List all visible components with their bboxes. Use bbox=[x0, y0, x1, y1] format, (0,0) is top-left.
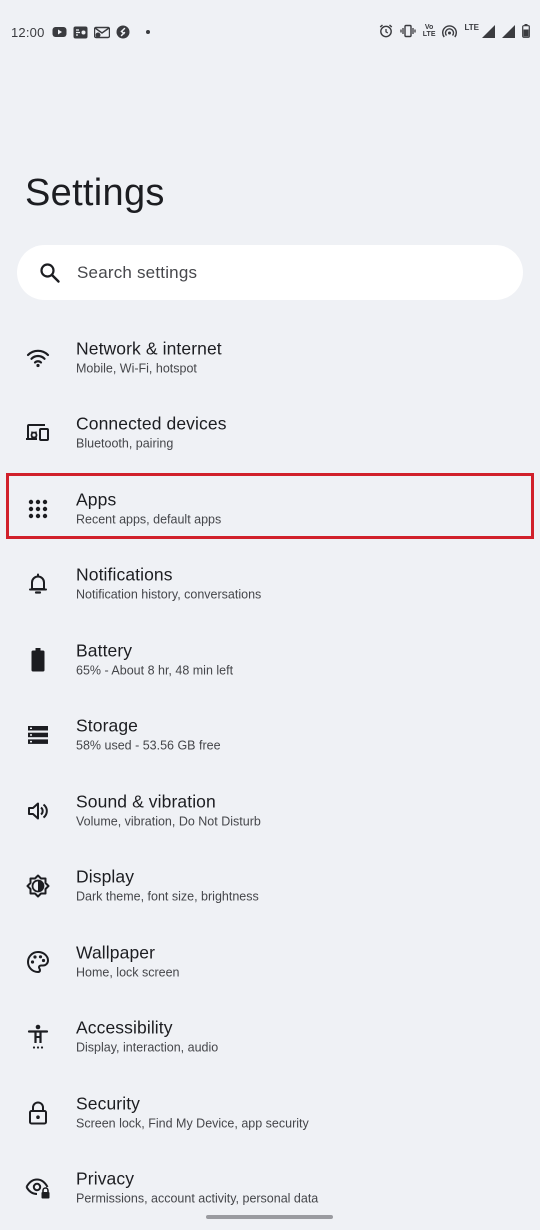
accessibility-icon bbox=[25, 1024, 51, 1050]
status-left-icons bbox=[52, 25, 150, 39]
item-title: Battery bbox=[76, 640, 133, 661]
apps-grid-icon bbox=[25, 496, 51, 522]
message-icon bbox=[94, 26, 110, 39]
status-right-icons: Vo LTE LTE bbox=[379, 22, 530, 38]
volte-bottom-label: LTE bbox=[422, 31, 436, 38]
eye-lock-icon bbox=[25, 1175, 51, 1201]
signal-icon bbox=[502, 24, 515, 38]
battery-icon bbox=[25, 647, 51, 673]
palette-icon bbox=[25, 949, 51, 975]
settings-item-battery[interactable]: Battery 65% - About 8 hr, 48 min left bbox=[0, 622, 540, 698]
item-title: Storage bbox=[76, 715, 138, 736]
item-title: Connected devices bbox=[76, 413, 227, 434]
dot-icon bbox=[146, 30, 150, 34]
search-bar[interactable]: Search settings bbox=[17, 245, 523, 300]
item-title: Network & internet bbox=[76, 338, 222, 359]
item-title: Privacy bbox=[76, 1168, 135, 1189]
pay-icon bbox=[73, 26, 88, 39]
signal-icon bbox=[482, 24, 495, 38]
item-subtitle: Permissions, account activity, personal … bbox=[76, 1191, 319, 1206]
storage-icon bbox=[25, 722, 51, 748]
lock-icon bbox=[25, 1100, 51, 1126]
search-placeholder: Search settings bbox=[77, 262, 198, 282]
battery-icon bbox=[522, 24, 530, 38]
item-title: Apps bbox=[76, 489, 117, 510]
settings-item-notifications[interactable]: Notifications Notification history, conv… bbox=[0, 547, 540, 623]
item-subtitle: Bluetooth, pairing bbox=[76, 436, 174, 451]
item-subtitle: 58% used - 53.56 GB free bbox=[76, 738, 221, 753]
settings-item-storage[interactable]: Storage 58% used - 53.56 GB free bbox=[0, 698, 540, 774]
youtube-icon bbox=[52, 26, 67, 38]
volte-top-label: Vo bbox=[424, 24, 434, 31]
item-title: Accessibility bbox=[76, 1017, 173, 1038]
wifi-icon bbox=[25, 345, 51, 371]
status-time: 12:00 bbox=[11, 25, 45, 40]
settings-item-display[interactable]: Display Dark theme, font size, brightnes… bbox=[0, 849, 540, 925]
item-subtitle: Recent apps, default apps bbox=[76, 512, 222, 527]
vibrate-icon bbox=[400, 24, 416, 38]
item-subtitle: Dark theme, font size, brightness bbox=[76, 889, 259, 904]
settings-item-apps[interactable]: Apps Recent apps, default apps bbox=[0, 471, 540, 547]
hotspot-icon bbox=[442, 24, 458, 38]
settings-list: Network & internet Mobile, Wi-Fi, hotspo… bbox=[0, 320, 540, 1226]
item-subtitle: Mobile, Wi-Fi, hotspot bbox=[76, 361, 197, 376]
item-title: Display bbox=[76, 866, 135, 887]
settings-item-network[interactable]: Network & internet Mobile, Wi-Fi, hotspo… bbox=[0, 320, 540, 396]
home-indicator[interactable] bbox=[206, 1215, 333, 1219]
item-subtitle: Display, interaction, audio bbox=[76, 1040, 219, 1055]
lte-label: LTE bbox=[464, 22, 479, 32]
item-subtitle: 65% - About 8 hr, 48 min left bbox=[76, 663, 234, 678]
alarm-icon bbox=[379, 24, 393, 38]
speaker-icon bbox=[25, 798, 51, 824]
item-title: Security bbox=[76, 1093, 141, 1114]
search-icon bbox=[39, 262, 61, 284]
item-subtitle: Volume, vibration, Do Not Disturb bbox=[76, 814, 261, 829]
settings-item-wallpaper[interactable]: Wallpaper Home, lock screen bbox=[0, 924, 540, 1000]
status-bar: 12:00 Vo LTE LTE bbox=[0, 0, 540, 66]
settings-item-security[interactable]: Security Screen lock, Find My Device, ap… bbox=[0, 1075, 540, 1151]
item-subtitle: Home, lock screen bbox=[76, 965, 180, 980]
page-title: Settings bbox=[25, 172, 165, 214]
devices-icon bbox=[25, 420, 51, 446]
settings-item-connected-devices[interactable]: Connected devices Bluetooth, pairing bbox=[0, 396, 540, 472]
item-title: Notifications bbox=[76, 564, 173, 585]
item-title: Sound & vibration bbox=[76, 791, 216, 812]
brightness-icon bbox=[25, 873, 51, 899]
volte-icon: Vo LTE bbox=[423, 24, 436, 38]
item-subtitle: Notification history, conversations bbox=[76, 587, 262, 602]
bell-icon bbox=[25, 571, 51, 597]
settings-item-accessibility[interactable]: Accessibility Display, interaction, audi… bbox=[0, 1000, 540, 1076]
shazam-icon bbox=[116, 25, 130, 39]
item-subtitle: Screen lock, Find My Device, app securit… bbox=[76, 1116, 309, 1131]
item-title: Wallpaper bbox=[76, 942, 156, 963]
settings-item-sound[interactable]: Sound & vibration Volume, vibration, Do … bbox=[0, 773, 540, 849]
